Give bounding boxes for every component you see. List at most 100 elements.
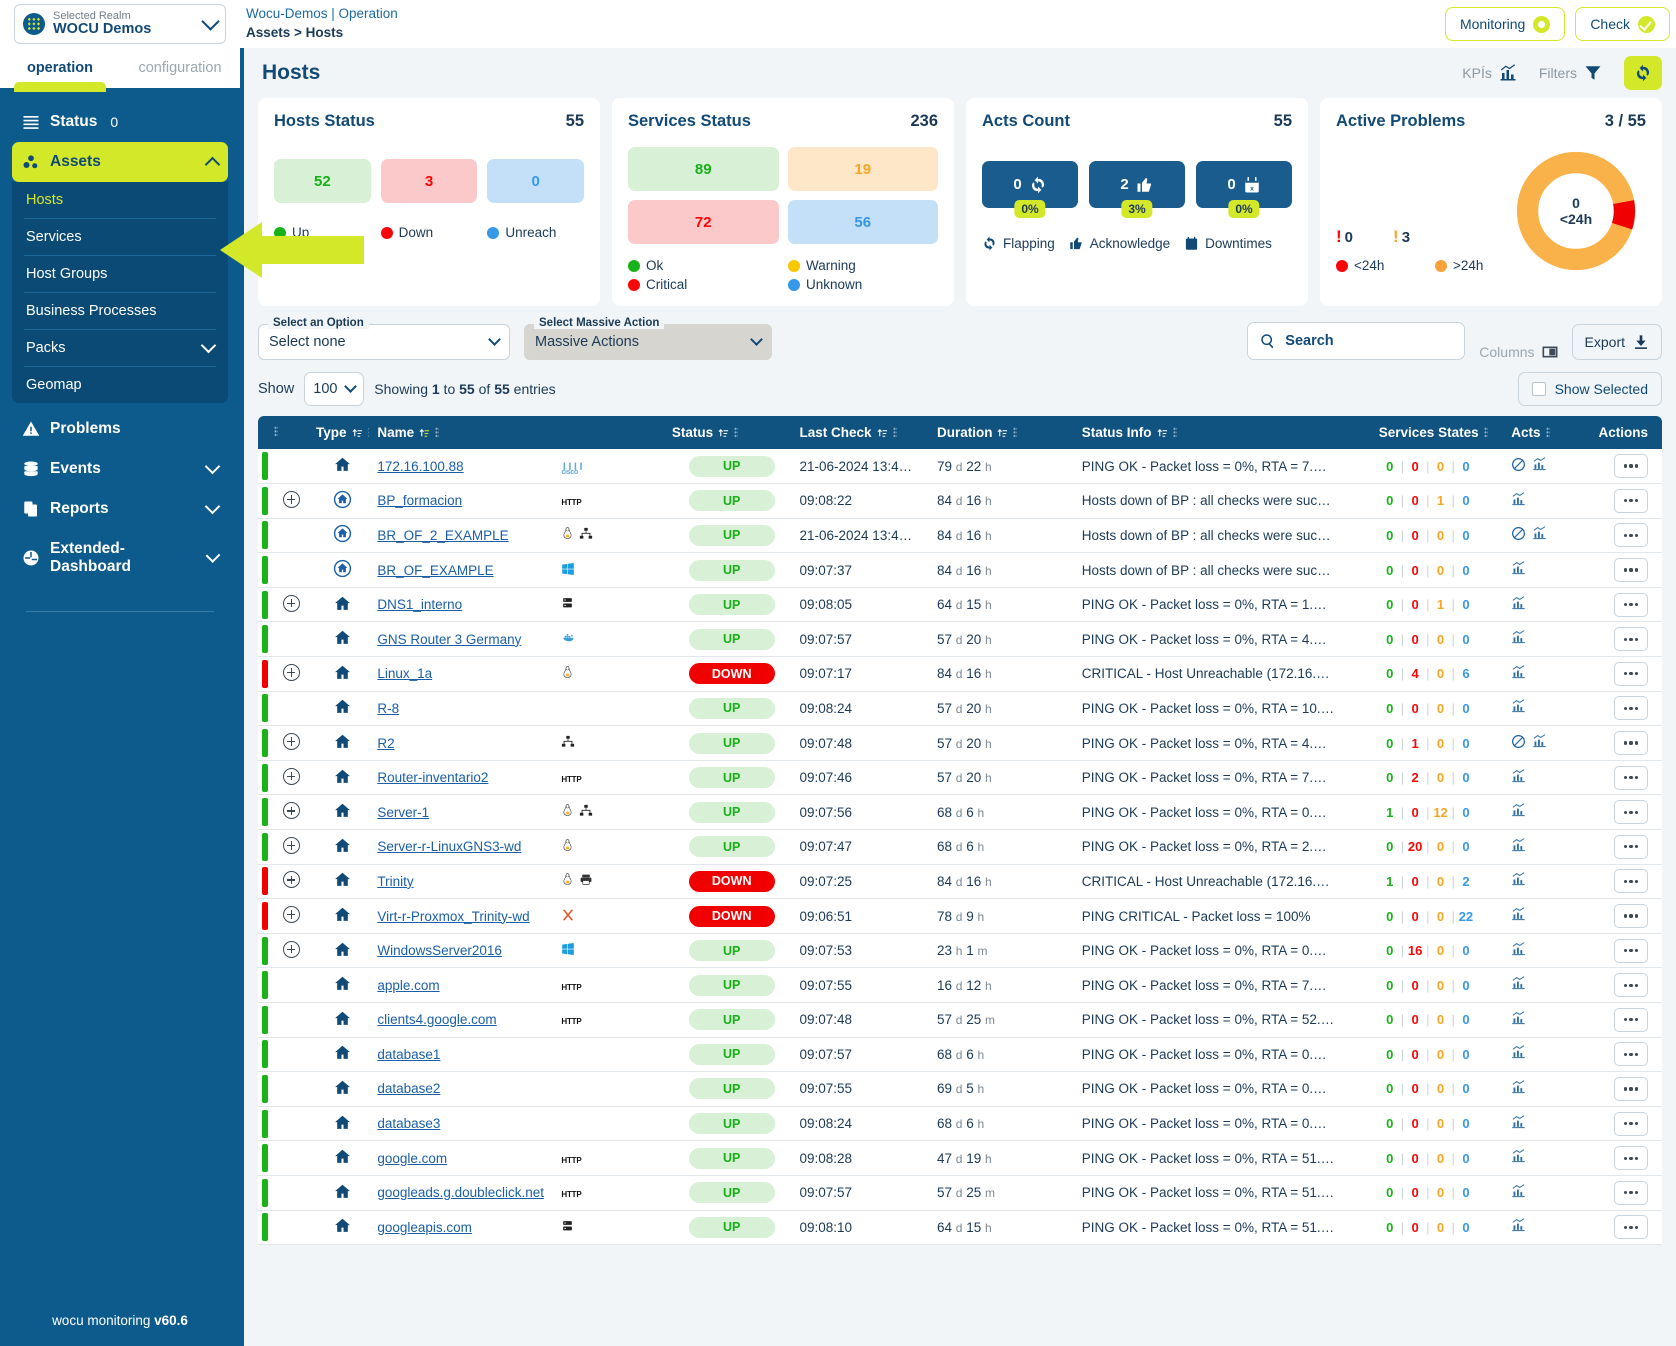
- row-name-cell[interactable]: database1: [373, 1037, 558, 1073]
- acts-downtimes-box[interactable]: 0 x 0%: [1196, 161, 1292, 218]
- chart-icon[interactable]: [1511, 1114, 1526, 1133]
- row-actions-cell[interactable]: [1576, 656, 1662, 692]
- grip-icon[interactable]: [734, 427, 739, 438]
- th-services-states[interactable]: Services States: [1374, 416, 1508, 449]
- massive-action-dropdown[interactable]: Massive Actions: [524, 324, 772, 360]
- row-actions-cell[interactable]: [1576, 829, 1662, 865]
- table-row[interactable]: WindowsServer2016 UP 09:07:53 23 h 1 m PING …: [258, 933, 1662, 969]
- row-actions-menu-button[interactable]: [1614, 1076, 1648, 1101]
- host-link[interactable]: BR_OF_EXAMPLE: [377, 563, 493, 578]
- host-link[interactable]: BR_OF_2_EXAMPLE: [377, 528, 508, 543]
- row-actions-cell[interactable]: [1576, 933, 1662, 969]
- chart-icon[interactable]: [1532, 457, 1547, 475]
- table-row[interactable]: googleads.g.doubleclick.net HTTP UP 09:07:5…: [258, 1175, 1662, 1211]
- sort-icon[interactable]: [877, 427, 888, 438]
- row-expand-cell[interactable]: [270, 552, 312, 588]
- table-row[interactable]: R2 UP 09:07:48 57 d 20 h PING OK - Packet lo…: [258, 725, 1662, 761]
- expand-row-icon[interactable]: [282, 594, 300, 612]
- breadcrumb-path[interactable]: Assets > Hosts: [246, 25, 1445, 40]
- table-row[interactable]: R-8 UP 09:08:24 57 d 20 h PING OK - Packet l…: [258, 691, 1662, 727]
- row-name-cell[interactable]: Linux_1a: [373, 656, 558, 692]
- row-actions-menu-button[interactable]: [1614, 454, 1648, 479]
- chart-icon[interactable]: [1511, 1149, 1526, 1167]
- table-row[interactable]: BP_formacion HTTP UP 09:08:22 84 d 16 h Hosts…: [258, 483, 1662, 519]
- chart-icon[interactable]: [1511, 803, 1526, 821]
- row-actions-cell[interactable]: [1576, 1140, 1662, 1176]
- host-link[interactable]: Server-1: [377, 805, 429, 820]
- row-actions-cell[interactable]: [1576, 483, 1662, 519]
- row-name-cell[interactable]: BR_OF_EXAMPLE: [373, 552, 558, 588]
- row-actions-menu-button[interactable]: [1614, 1007, 1648, 1032]
- chart-icon[interactable]: [1511, 838, 1526, 856]
- no-entry-icon[interactable]: [1511, 526, 1526, 544]
- row-expand-cell[interactable]: [270, 829, 312, 865]
- services-critical-box[interactable]: 72: [628, 200, 779, 244]
- row-actions-cell[interactable]: [1576, 1071, 1662, 1107]
- host-link[interactable]: DNS1_interno: [377, 597, 462, 612]
- th-type[interactable]: Type: [311, 416, 374, 449]
- row-actions-menu-button[interactable]: [1614, 523, 1648, 548]
- chart-icon[interactable]: [1511, 1218, 1526, 1236]
- host-link[interactable]: Server-r-LinuxGNS3-wd: [377, 839, 521, 854]
- tab-configuration[interactable]: configuration: [120, 48, 240, 88]
- chart-icon[interactable]: [1511, 595, 1526, 614]
- table-row[interactable]: database1 UP 09:07:57 68 d 6 h PING OK - Pac…: [258, 1037, 1662, 1073]
- row-actions-cell[interactable]: [1576, 794, 1662, 831]
- row-actions-menu-button[interactable]: [1614, 731, 1648, 756]
- sidebar-item-packs[interactable]: Packs: [24, 330, 217, 367]
- breadcrumb-realm[interactable]: Wocu-Demos | Operation: [246, 6, 1445, 21]
- acts-acknowledge-box[interactable]: 2 3%: [1089, 161, 1185, 218]
- host-link[interactable]: Trinity: [377, 874, 413, 889]
- select-option-dropdown[interactable]: Select none: [258, 324, 510, 360]
- row-actions-menu-button[interactable]: [1614, 1180, 1648, 1205]
- chart-icon[interactable]: [1511, 699, 1526, 717]
- row-name-cell[interactable]: apple.com: [373, 967, 558, 1003]
- row-expand-cell[interactable]: [270, 967, 312, 1003]
- services-ok-box[interactable]: 89: [628, 147, 779, 191]
- chevron-down-icon[interactable]: [204, 498, 221, 515]
- table-row[interactable]: 172.16.100.88 ❙❙❙❙ cisco UP 21-06-2024 13:4……: [258, 449, 1662, 485]
- host-link[interactable]: database1: [377, 1047, 440, 1062]
- hosts-up-box[interactable]: 52: [274, 159, 371, 203]
- row-expand-cell[interactable]: [270, 1106, 312, 1142]
- chart-icon[interactable]: [1511, 1045, 1526, 1063]
- chevron-up-icon[interactable]: [204, 156, 221, 173]
- expand-row-icon[interactable]: [282, 802, 300, 820]
- row-name-cell[interactable]: database3: [373, 1106, 558, 1142]
- expand-row-icon[interactable]: [282, 871, 300, 889]
- table-row[interactable]: Router-inventario2 HTTP UP 09:07:46 57 d 20 …: [258, 760, 1662, 796]
- row-actions-cell[interactable]: [1576, 760, 1662, 796]
- host-link[interactable]: WindowsServer2016: [377, 943, 502, 958]
- table-row[interactable]: BR_OF_EXAMPLE UP 09:07:37 84 d 16 h Hosts do…: [258, 552, 1662, 588]
- row-actions-menu-button[interactable]: [1614, 1146, 1648, 1171]
- table-row[interactable]: Trinity DOWN 09:07:25 84 d 16 h CRITICAL - …: [258, 864, 1662, 900]
- show-selected-button[interactable]: Show Selected: [1517, 372, 1662, 406]
- host-link[interactable]: googleads.g.doubleclick.net: [377, 1185, 544, 1200]
- chevron-down-icon[interactable]: [205, 548, 221, 563]
- row-name-cell[interactable]: GNS Router 3 Germany: [373, 621, 558, 658]
- row-name-cell[interactable]: google.com: [373, 1140, 558, 1176]
- row-actions-cell[interactable]: [1576, 518, 1662, 554]
- row-actions-menu-button[interactable]: [1614, 627, 1648, 652]
- realm-selector[interactable]: Selected Realm WOCU Demos: [14, 4, 226, 44]
- row-actions-cell[interactable]: [1576, 552, 1662, 588]
- services-warning-box[interactable]: 19: [787, 147, 938, 191]
- show-selected-checkbox[interactable]: [1531, 382, 1546, 396]
- row-actions-menu-button[interactable]: [1614, 869, 1648, 894]
- table-row[interactable]: Virt-r-Proxmox_Trinity-wd DOWN 09:06:51 78 …: [258, 898, 1662, 934]
- row-name-cell[interactable]: Server-1: [373, 794, 558, 831]
- row-actions-menu-button[interactable]: [1614, 1042, 1648, 1067]
- host-link[interactable]: database3: [377, 1116, 440, 1131]
- monitoring-button[interactable]: Monitoring: [1444, 7, 1566, 41]
- row-actions-cell[interactable]: [1576, 898, 1662, 934]
- expand-row-icon[interactable]: [282, 906, 300, 924]
- th-acts[interactable]: Acts: [1507, 416, 1577, 449]
- table-row[interactable]: DNS1_interno UP 09:08:05 64 d 15 h PING OK -…: [258, 587, 1662, 623]
- table-row[interactable]: database3 UP 09:08:24 68 d 6 h PING OK - Pac…: [258, 1106, 1662, 1142]
- check-button[interactable]: Check: [1575, 7, 1670, 41]
- row-actions-cell[interactable]: [1576, 1037, 1662, 1073]
- host-link[interactable]: R2: [377, 736, 394, 751]
- chevron-down-icon[interactable]: [200, 337, 217, 354]
- row-actions-menu-button[interactable]: [1614, 696, 1648, 721]
- row-actions-cell[interactable]: [1576, 967, 1662, 1003]
